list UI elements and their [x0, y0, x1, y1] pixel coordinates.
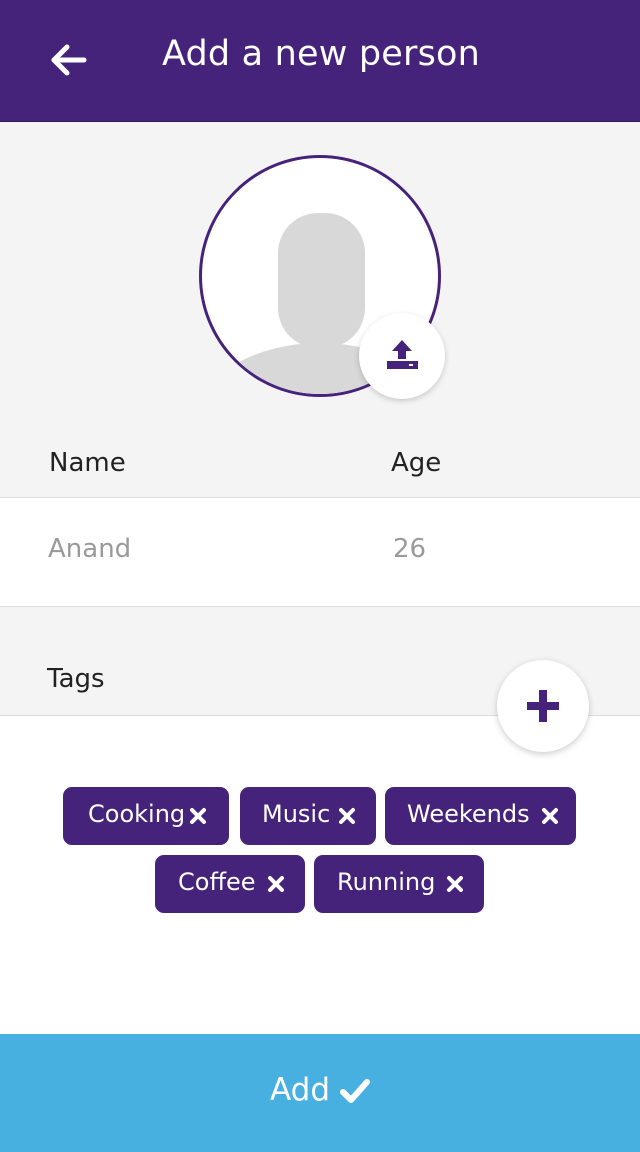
page-title: Add a new person — [161, 34, 481, 74]
name-field[interactable]: Anand — [48, 534, 131, 564]
close-x-icon[interactable] — [446, 875, 464, 893]
tag-label: Coffee — [178, 868, 256, 896]
tag-chip-coffee[interactable]: Coffee — [155, 855, 305, 913]
add-button[interactable]: Add — [0, 1034, 640, 1152]
tag-chip-cooking[interactable]: Cooking — [63, 787, 229, 845]
field-labels-row: Name Age — [0, 430, 640, 498]
add-tag-button[interactable] — [497, 660, 589, 752]
field-inputs-row: Anand 26 — [0, 498, 640, 607]
tag-label: Cooking — [88, 800, 186, 828]
close-x-icon[interactable] — [338, 807, 356, 825]
tag-chip-running[interactable]: Running — [314, 855, 484, 913]
add-person-screen: Add a new person Name Age Anand 26 Tags … — [0, 0, 640, 1152]
upload-photo-button[interactable] — [359, 313, 445, 399]
close-x-icon[interactable] — [267, 875, 285, 893]
upload-icon — [387, 340, 418, 369]
avatar-section — [0, 122, 640, 430]
app-header: Add a new person — [0, 0, 640, 122]
add-button-label: Add — [270, 1072, 331, 1108]
age-field[interactable]: 26 — [393, 534, 426, 564]
tags-area: Cooking Music Weekends Coffee Running — [0, 716, 640, 1034]
checkmark-icon — [340, 1079, 370, 1103]
plus-icon — [527, 690, 559, 722]
tag-label: Running — [337, 868, 436, 896]
name-label: Name — [49, 448, 126, 478]
close-x-icon[interactable] — [541, 807, 559, 825]
tag-chip-music[interactable]: Music — [240, 787, 376, 845]
age-label: Age — [391, 448, 442, 478]
tag-label: Weekends — [407, 800, 530, 828]
close-x-icon[interactable] — [189, 807, 207, 825]
tag-label: Music — [262, 800, 331, 828]
tags-label: Tags — [47, 664, 105, 694]
tag-chip-weekends[interactable]: Weekends — [385, 787, 576, 845]
